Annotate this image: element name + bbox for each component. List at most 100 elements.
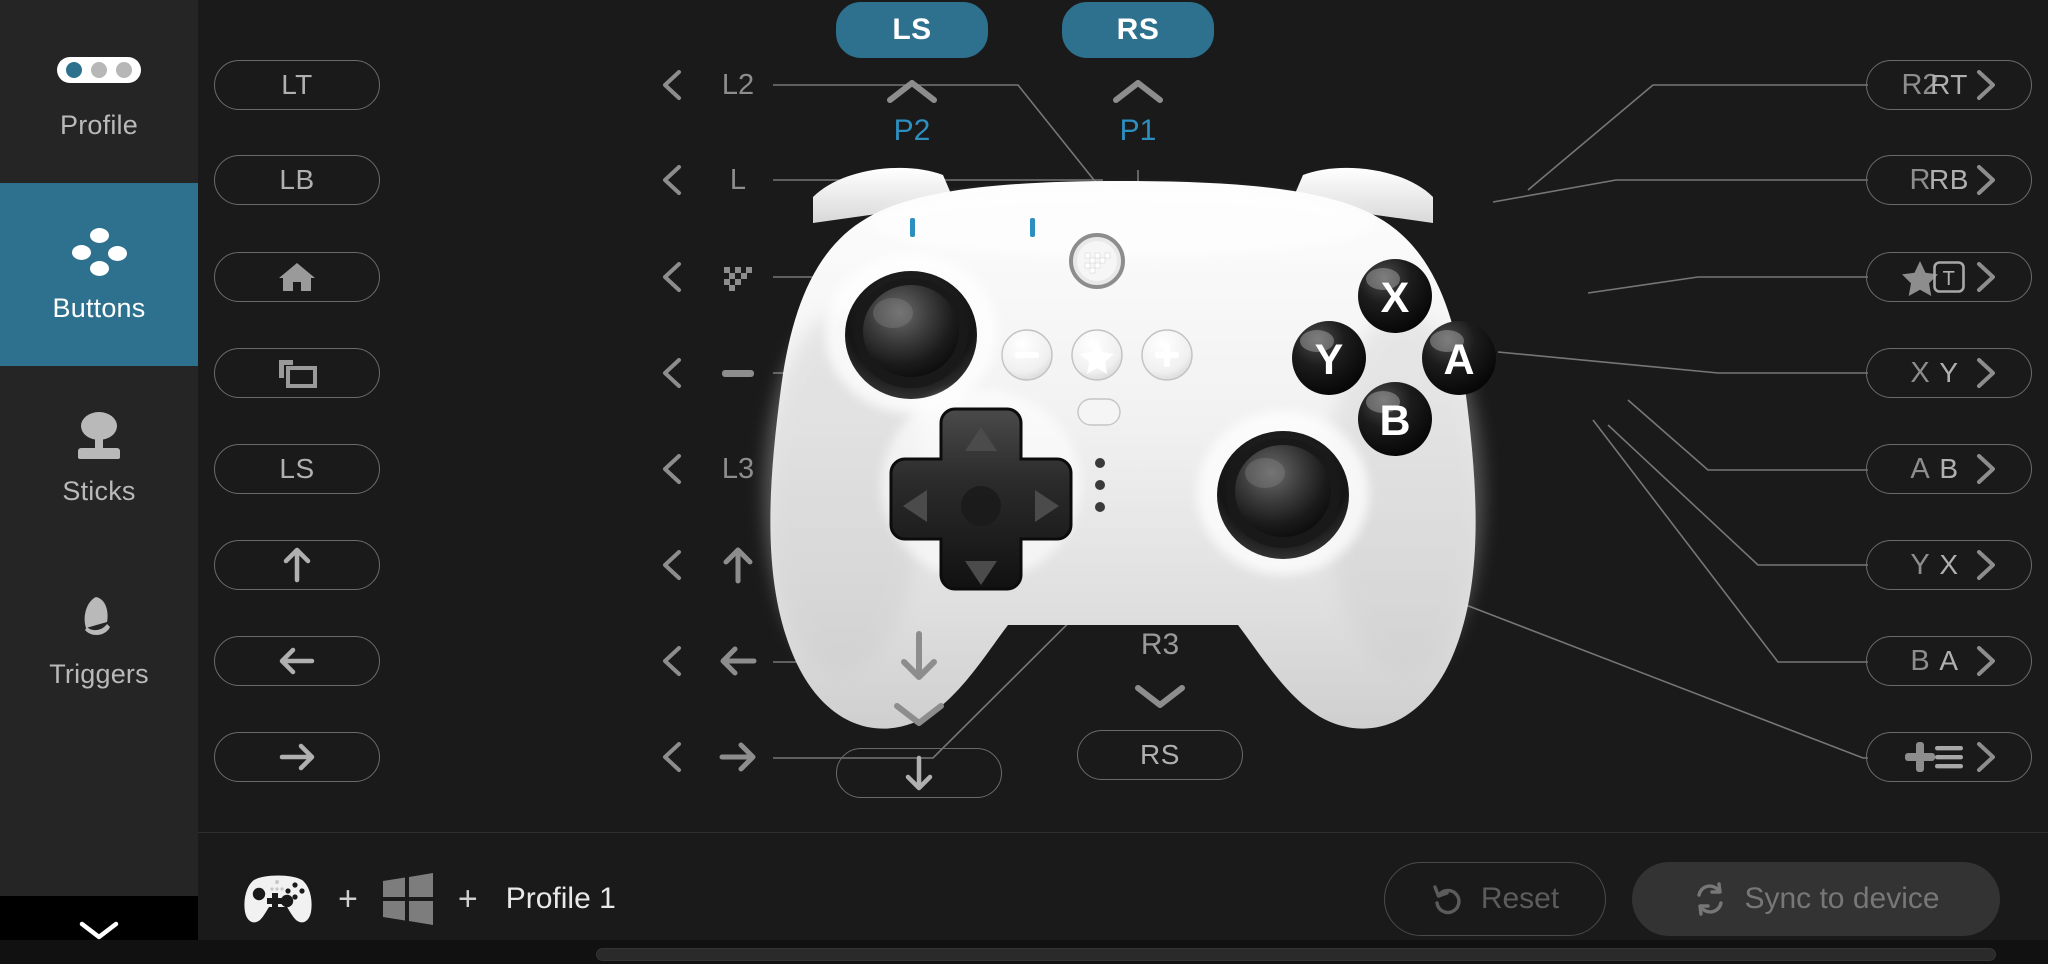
arrow-right-icon bbox=[279, 743, 315, 771]
app-root: Profile Buttons Sticks Triggers X Y A B … bbox=[0, 0, 2048, 964]
minus-icon bbox=[700, 353, 776, 393]
hamburger-icon bbox=[1935, 746, 1963, 769]
svg-text:B: B bbox=[1379, 397, 1410, 445]
mapping-source-top-rs: P1 bbox=[1119, 114, 1157, 147]
mapping-source-left-5 bbox=[658, 540, 776, 590]
top-mapping-rs: RS P1 bbox=[1062, 2, 1214, 148]
undo-icon bbox=[1433, 884, 1461, 914]
dpad-dots-icon bbox=[72, 227, 127, 279]
mapping-target-bottom-dpad-down[interactable] bbox=[836, 748, 1002, 798]
arrow-down-icon bbox=[901, 631, 937, 680]
reset-button[interactable]: Reset bbox=[1384, 861, 1606, 936]
mapping-source-left-label: L2 bbox=[721, 68, 755, 101]
footer-plus-1: + bbox=[338, 879, 358, 918]
footer-device-info: + + Profile 1 bbox=[198, 870, 616, 928]
mapping-target-left-0[interactable]: LT bbox=[214, 60, 380, 110]
svg-text:Y: Y bbox=[1315, 336, 1344, 384]
arrow-down-icon bbox=[905, 755, 933, 791]
mapping-target-left-4[interactable]: LS bbox=[214, 444, 380, 494]
chevron-left-icon bbox=[663, 454, 681, 484]
arrow-left-icon bbox=[279, 647, 315, 675]
mapping-source-left-4: L3 bbox=[658, 444, 776, 494]
mapping-target-left-7[interactable] bbox=[214, 732, 380, 782]
svg-text:A: A bbox=[1443, 336, 1474, 384]
chevron-left-icon bbox=[663, 742, 681, 772]
mapping-target-right-6[interactable]: A bbox=[1866, 636, 2032, 686]
footer-profile-name: Profile 1 bbox=[505, 881, 616, 915]
window-copy-icon bbox=[279, 360, 317, 388]
mapping-source-top-ls: P2 bbox=[893, 114, 931, 147]
sidebar-item-profile[interactable]: Profile bbox=[0, 0, 198, 183]
mapping-source-left-6 bbox=[658, 636, 776, 686]
chevron-down-icon bbox=[1135, 685, 1185, 708]
sync-to-device-button[interactable]: Sync to device bbox=[1632, 861, 2000, 936]
mapping-stage: X Y A B LS P2 RS P1 R3 RS LT LB LS L2 L … bbox=[198, 0, 2048, 832]
sidebar-item-triggers[interactable]: Triggers bbox=[0, 549, 198, 732]
mapping-target-right-7[interactable] bbox=[1866, 732, 2032, 782]
chevron-left-icon bbox=[663, 165, 681, 195]
mapping-target-right-2[interactable]: T bbox=[1866, 252, 2032, 302]
arrow-up-icon bbox=[283, 547, 311, 583]
mapping-target-left-1[interactable]: LB bbox=[214, 155, 380, 205]
arrow-right-icon bbox=[700, 737, 776, 777]
profile-dots-icon bbox=[57, 44, 141, 96]
sync-button-label: Sync to device bbox=[1744, 881, 1940, 915]
mapping-source-left-1: L bbox=[658, 155, 776, 205]
mapping-target-right-0[interactable]: RT bbox=[1866, 60, 2032, 110]
scrollbar-thumb[interactable] bbox=[596, 948, 1996, 961]
main-panel: X Y A B LS P2 RS P1 R3 RS LT LB LS L2 L … bbox=[198, 0, 2048, 964]
sidebar-item-label: Triggers bbox=[49, 659, 149, 689]
joystick-icon bbox=[78, 410, 120, 462]
chevron-up-icon bbox=[1113, 80, 1163, 103]
arrow-up-icon bbox=[700, 545, 776, 585]
chevron-up-icon bbox=[887, 80, 937, 103]
chevron-left-icon bbox=[663, 550, 681, 580]
mapping-target-right-5[interactable]: X bbox=[1866, 540, 2032, 590]
mapping-source-left-label: L bbox=[729, 163, 747, 196]
footer-actions: Reset Sync to device bbox=[1384, 861, 2048, 936]
mapping-target-right-3[interactable]: Y bbox=[1866, 348, 2032, 398]
chevron-left-icon bbox=[663, 646, 681, 676]
horizontal-scrollbar[interactable] bbox=[0, 940, 2048, 964]
mapping-target-bottom-rs[interactable]: RS bbox=[1077, 730, 1243, 780]
mapping-target-top-ls[interactable]: LS bbox=[836, 2, 988, 58]
chevron-left-icon bbox=[663, 358, 681, 388]
mapping-target-right-4[interactable]: B bbox=[1866, 444, 2032, 494]
mapping-source-left-label: L3 bbox=[721, 452, 755, 485]
sidebar: Profile Buttons Sticks Triggers bbox=[0, 0, 198, 964]
mapping-target-left-5[interactable] bbox=[214, 540, 380, 590]
boxed-t-icon: T bbox=[1933, 261, 1965, 293]
bottom-mapping-dpad-down bbox=[834, 628, 1004, 798]
refresh-icon bbox=[1697, 881, 1724, 916]
mapping-target-left-3[interactable] bbox=[214, 348, 380, 398]
trigger-icon bbox=[74, 593, 124, 645]
chevron-down-icon bbox=[894, 703, 944, 726]
mapping-source-left-2 bbox=[658, 252, 776, 302]
sidebar-item-label: Buttons bbox=[52, 293, 146, 323]
chevron-left-icon bbox=[663, 70, 681, 100]
mapping-target-left-6[interactable] bbox=[214, 636, 380, 686]
sidebar-item-label: Profile bbox=[60, 110, 138, 140]
sidebar-item-buttons[interactable]: Buttons bbox=[0, 183, 198, 366]
switch-home-icon bbox=[700, 257, 776, 297]
footer-plus-2: + bbox=[457, 879, 478, 918]
svg-text:T: T bbox=[1943, 268, 1956, 290]
bottom-mapping-r3: R3 RS bbox=[1075, 628, 1245, 780]
home-icon bbox=[279, 263, 315, 291]
mapping-target-right-1[interactable]: RB bbox=[1866, 155, 2032, 205]
top-mapping-ls: LS P2 bbox=[836, 2, 988, 148]
reset-button-label: Reset bbox=[1480, 881, 1560, 915]
gamepad-icon bbox=[244, 875, 312, 922]
mapping-source-bottom-r3: R3 bbox=[1140, 628, 1180, 661]
arrow-left-icon bbox=[700, 641, 776, 681]
svg-text:X: X bbox=[1381, 274, 1410, 322]
mapping-target-left-2[interactable] bbox=[214, 252, 380, 302]
mapping-source-left-7 bbox=[658, 732, 776, 782]
sidebar-item-sticks[interactable]: Sticks bbox=[0, 366, 198, 549]
mapping-source-left-0: L2 bbox=[658, 60, 776, 110]
windows-icon bbox=[382, 872, 433, 925]
chevron-left-icon bbox=[663, 262, 681, 292]
mapping-source-left-3 bbox=[658, 348, 776, 398]
mapping-target-top-rs[interactable]: RS bbox=[1062, 2, 1214, 58]
sidebar-item-label: Sticks bbox=[62, 476, 136, 506]
